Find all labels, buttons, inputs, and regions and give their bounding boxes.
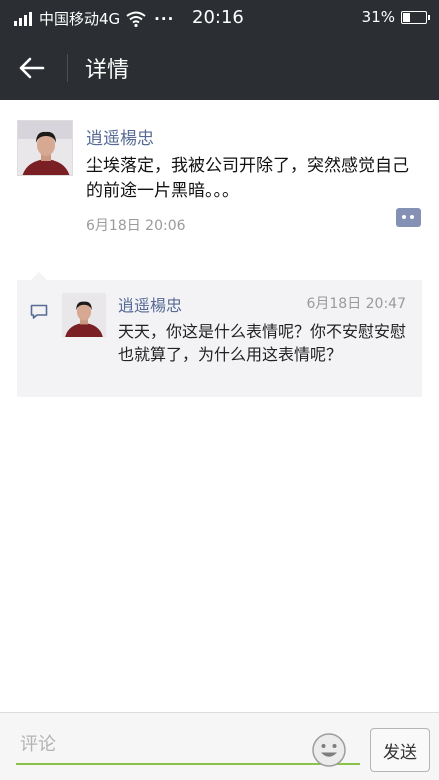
smiley-icon (312, 733, 346, 767)
comment-text[interactable]: 天天，你这是什么表情呢？你不安慰安慰也就算了，为什么用这表情呢？ (118, 320, 414, 366)
send-button[interactable]: 发送 (370, 728, 430, 772)
battery-icon (401, 10, 430, 24)
wifi-icon (126, 11, 146, 27)
avatar-image (62, 293, 106, 337)
comment-author-name[interactable]: 逍遥楊忠 (118, 292, 182, 316)
avatar[interactable] (17, 120, 73, 176)
carrier-label: 中国移动4G (39, 10, 121, 28)
back-button[interactable] (12, 50, 52, 86)
more-dots: ··· (154, 9, 175, 28)
page-title: 详情 (85, 58, 130, 83)
status-bar: 中国移动4G ··· 20:16 31% (0, 0, 439, 36)
nav-divider (67, 54, 68, 82)
nav-bar: 详情 (0, 36, 439, 100)
comment-bubble-icon (30, 304, 48, 319)
status-left: 中国移动4G ··· (14, 8, 174, 29)
comment-dots-icon[interactable] (396, 208, 421, 227)
avatar[interactable] (62, 293, 106, 337)
status-time: 20:16 (192, 7, 244, 28)
comment-bar: 发送 (0, 712, 439, 780)
signal-icon (14, 11, 32, 26)
comment-timestamp: 6月18日 20:47 (306, 296, 406, 312)
status-right: 31% (361, 8, 430, 26)
post-author-name[interactable]: 逍遥楊忠 (86, 124, 154, 149)
avatar-image (18, 121, 72, 175)
arrow-left-icon (19, 57, 45, 79)
comment-input[interactable] (16, 725, 360, 765)
emoji-button[interactable] (311, 732, 347, 768)
post-text: 尘埃落定，我被公司开除了，突然感觉自己的前途一片黑暗。。。 (86, 156, 409, 201)
post-timestamp: 6月18日 20:06 (86, 218, 186, 234)
battery-percent: 31% (361, 8, 395, 26)
comment-section: 逍遥楊忠 6月18日 20:47 天天，你这是什么表情呢？你不安慰安慰也就算了，… (17, 272, 422, 397)
